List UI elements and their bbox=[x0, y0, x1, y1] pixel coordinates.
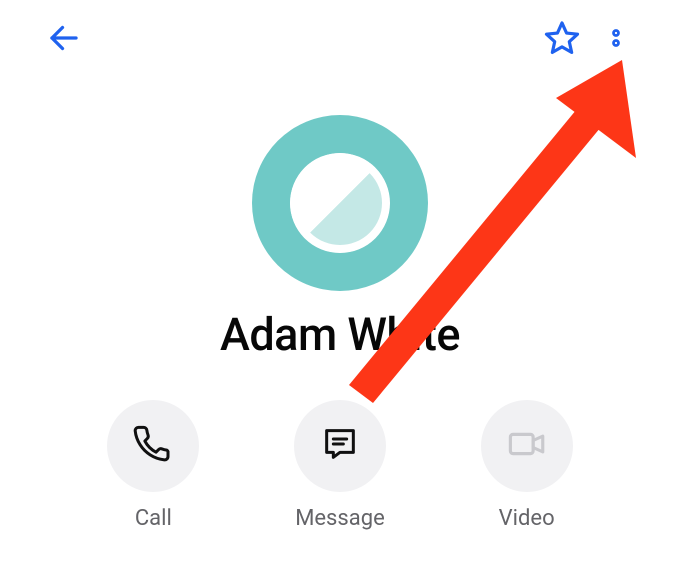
message-label: Message bbox=[295, 506, 385, 531]
message-icon bbox=[320, 424, 360, 468]
video-label: Video bbox=[499, 506, 555, 531]
video-icon bbox=[506, 423, 548, 469]
arrow-left-icon bbox=[46, 20, 82, 60]
more-vertical-icon bbox=[601, 23, 631, 57]
video-button[interactable]: Video bbox=[481, 400, 573, 531]
favorite-button[interactable] bbox=[538, 16, 586, 64]
contact-name: Adam White bbox=[0, 308, 680, 361]
call-button[interactable]: Call bbox=[107, 400, 199, 531]
more-menu-button[interactable] bbox=[592, 16, 640, 64]
action-row: Call Message Video bbox=[0, 400, 680, 531]
back-button[interactable] bbox=[40, 16, 88, 64]
call-label: Call bbox=[135, 506, 172, 531]
blocked-placeholder-icon bbox=[290, 153, 390, 253]
top-bar bbox=[0, 0, 680, 80]
contact-avatar[interactable] bbox=[252, 115, 428, 291]
phone-icon bbox=[133, 424, 173, 468]
message-button[interactable]: Message bbox=[294, 400, 386, 531]
star-outline-icon bbox=[543, 19, 581, 61]
